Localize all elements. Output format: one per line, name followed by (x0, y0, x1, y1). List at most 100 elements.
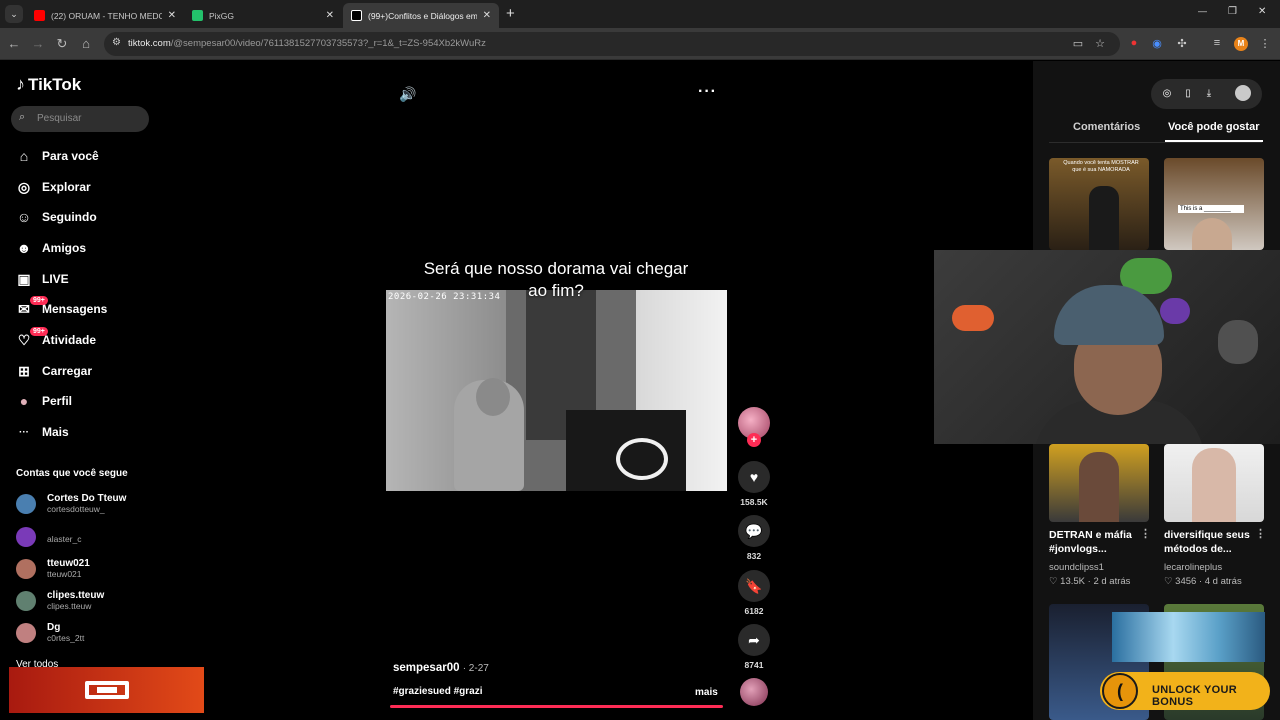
share-icon: ➦ (738, 624, 770, 656)
suggested-video-stats: ♡ 3456 · 4 d atrás (1164, 576, 1242, 587)
video-player[interactable]: 2026-02-26 23:31:34 (386, 290, 727, 491)
nav-item-carregar[interactable]: ⊞ Carregar (16, 363, 92, 379)
profile-avatar[interactable]: M (1234, 37, 1248, 51)
video-author[interactable]: sempesar00 · 2-27 (393, 662, 489, 674)
avatar (16, 493, 36, 514)
bookmark-star-icon[interactable]: ☆ (1093, 37, 1107, 51)
nav-item-mensagens[interactable]: ✉ 99+ Mensagens (16, 296, 107, 317)
bonus-coin-icon: ( (1102, 673, 1138, 709)
reload-icon[interactable]: ↻ (54, 36, 70, 52)
browser-toolbar: ← → ↻ ⌂ ⚙ tiktok.com/@sempesar00/video/7… (0, 28, 1280, 60)
search-icon: ⌕ (19, 111, 26, 123)
like-button[interactable]: ♥ 158.5K (738, 461, 770, 507)
nav-item-seguindo[interactable]: ☺ Seguindo (16, 209, 97, 225)
nav-item-para-voce[interactable]: ⌂ Para você (16, 148, 99, 164)
suggested-video-title[interactable]: diversifique seus métodos de... (1164, 528, 1252, 556)
tab-search-button[interactable]: ⌄ (5, 5, 23, 23)
comment-count: 832 (746, 551, 762, 561)
download-icon[interactable]: ⤓ (1203, 88, 1215, 99)
extension-red-icon[interactable]: ● (1127, 37, 1141, 51)
compass-tool-icon[interactable]: ◎ (1161, 88, 1173, 99)
nav-item-amigos[interactable]: ☻ Amigos (16, 240, 86, 256)
browser-tab-tiktok[interactable]: (99+)Conflitos e Diálogos em G ✕ (343, 3, 499, 28)
back-arrow-icon[interactable]: ← (6, 36, 22, 51)
restore-window-button[interactable]: ❐ (1228, 6, 1237, 17)
youtube-favicon-icon (34, 10, 45, 21)
live-icon: ▣ (17, 270, 31, 287)
followed-account[interactable]: clipes.tteuw clipes.tteuw (16, 590, 104, 611)
nav-item-live[interactable]: ▣ LIVE (16, 270, 68, 287)
close-tab-icon[interactable]: ✕ (168, 10, 176, 21)
video-more-icon[interactable]: ⋮ (1255, 527, 1266, 540)
suggested-video-title[interactable]: DETRAN e máfia #jonvlogs... (1049, 528, 1137, 556)
pixgg-favicon-icon (192, 10, 203, 21)
right-panel-tabs: Comentários Você pode gostar (1049, 121, 1263, 143)
cast-icon[interactable]: ▭ (1071, 37, 1085, 51)
volume-icon[interactable]: 🔊 (399, 86, 416, 103)
media-controls-icon[interactable]: ≡ (1210, 37, 1224, 51)
nav-item-explorar[interactable]: ◎ Explorar (16, 179, 91, 195)
followed-account[interactable]: Cortes Do Tteuw cortesdotteuw_ (16, 493, 126, 514)
search-input[interactable]: ⌕ Pesquisar (11, 106, 149, 132)
follow-plus-button[interactable]: + (747, 433, 761, 447)
upload-icon: ⊞ (18, 362, 30, 379)
heart-outline-icon: ♡ (1049, 576, 1061, 587)
close-window-button[interactable]: ✕ (1258, 6, 1266, 17)
address-bar[interactable]: ⚙ tiktok.com/@sempesar00/video/761138152… (104, 32, 1120, 56)
like-count: 158.5K (740, 497, 768, 507)
home-browser-icon[interactable]: ⌂ (78, 36, 94, 51)
browser-tab-pixgg[interactable]: PixGG ✕ (184, 3, 342, 28)
followed-account[interactable]: tteuw021 tteuw021 (16, 558, 90, 579)
tab-comments[interactable]: Comentários (1073, 121, 1140, 133)
avatar (16, 622, 36, 643)
heart-icon: ♥ (738, 461, 770, 493)
new-tab-button[interactable]: + (506, 5, 515, 22)
comment-icon: 💬 (738, 515, 770, 547)
more-options-icon[interactable]: ··· (698, 83, 717, 101)
tab-you-may-like[interactable]: Você pode gostar (1168, 121, 1259, 133)
expand-description-button[interactable]: mais (695, 687, 718, 698)
suggested-video-thumb[interactable] (1049, 444, 1149, 522)
heart-outline-icon: ♡ (1164, 576, 1176, 587)
save-button[interactable]: 🔖 6182 (738, 570, 770, 616)
user-avatar[interactable] (1235, 85, 1251, 101)
close-tab-icon[interactable]: ✕ (326, 10, 334, 21)
following-accounts-header: Contas que você segue (16, 468, 128, 479)
banner-logo-icon (84, 681, 129, 699)
minimize-window-button[interactable]: — (1198, 6, 1207, 16)
suggested-video-user[interactable]: soundclipss1 (1049, 562, 1104, 573)
site-info-icon[interactable]: ⚙ (112, 37, 121, 48)
followed-account[interactable]: Dg c0rtes_2tt (16, 622, 84, 643)
messages-icon: ✉ 99+ (16, 296, 48, 317)
video-progress-bar[interactable] (390, 705, 723, 708)
browser-tab-youtube[interactable]: (22) ORUAM - TENHO MEDO D ✕ (26, 3, 184, 28)
tiktok-note-icon: ♪ (16, 74, 25, 94)
nav-item-mais[interactable]: ··· Mais (16, 424, 69, 440)
phone-tool-icon[interactable]: ▯ (1182, 88, 1194, 99)
close-tab-icon[interactable]: ✕ (483, 10, 491, 21)
nav-item-atividade[interactable]: ♡ 99+ Atividade (16, 327, 96, 348)
comment-button[interactable]: 💬 832 (738, 515, 770, 561)
unlock-bonus-badge: ( UNLOCK YOUR BONUS (1100, 672, 1270, 710)
url-domain: tiktok.com (128, 38, 171, 49)
avatar (16, 590, 36, 611)
stream-banner-overlay (9, 667, 204, 713)
music-disc-avatar[interactable] (740, 678, 768, 706)
forward-arrow-icon[interactable]: → (30, 36, 46, 51)
bookmark-icon: 🔖 (738, 570, 770, 602)
followed-account[interactable]: alaster_c (16, 527, 82, 547)
suggested-video-thumb[interactable] (1164, 444, 1264, 522)
nav-item-perfil[interactable]: ● Perfil (16, 393, 72, 409)
browser-menu-icon[interactable]: ⋮ (1258, 37, 1272, 51)
video-more-icon[interactable]: ⋮ (1140, 527, 1151, 540)
suggested-video-thumb[interactable]: This is a ________ (1164, 158, 1264, 250)
suggested-video-user[interactable]: lecarolineplus (1164, 562, 1222, 573)
tiktok-logo[interactable]: ♪ TikTok (16, 74, 81, 95)
suggested-video-thumb[interactable]: Quando você tenta MOSTRAR que é sua NAMO… (1049, 158, 1149, 250)
share-button[interactable]: ➦ 8741 (738, 624, 770, 670)
activity-badge: 99+ (30, 327, 48, 336)
extension-sound-icon[interactable]: ◉ (1150, 37, 1164, 51)
video-hashtags[interactable]: #graziesued #grazi (393, 686, 482, 697)
unlock-bonus-text: UNLOCK YOUR BONUS (1152, 684, 1237, 708)
extensions-puzzle-icon[interactable]: ✣ (1175, 37, 1189, 51)
